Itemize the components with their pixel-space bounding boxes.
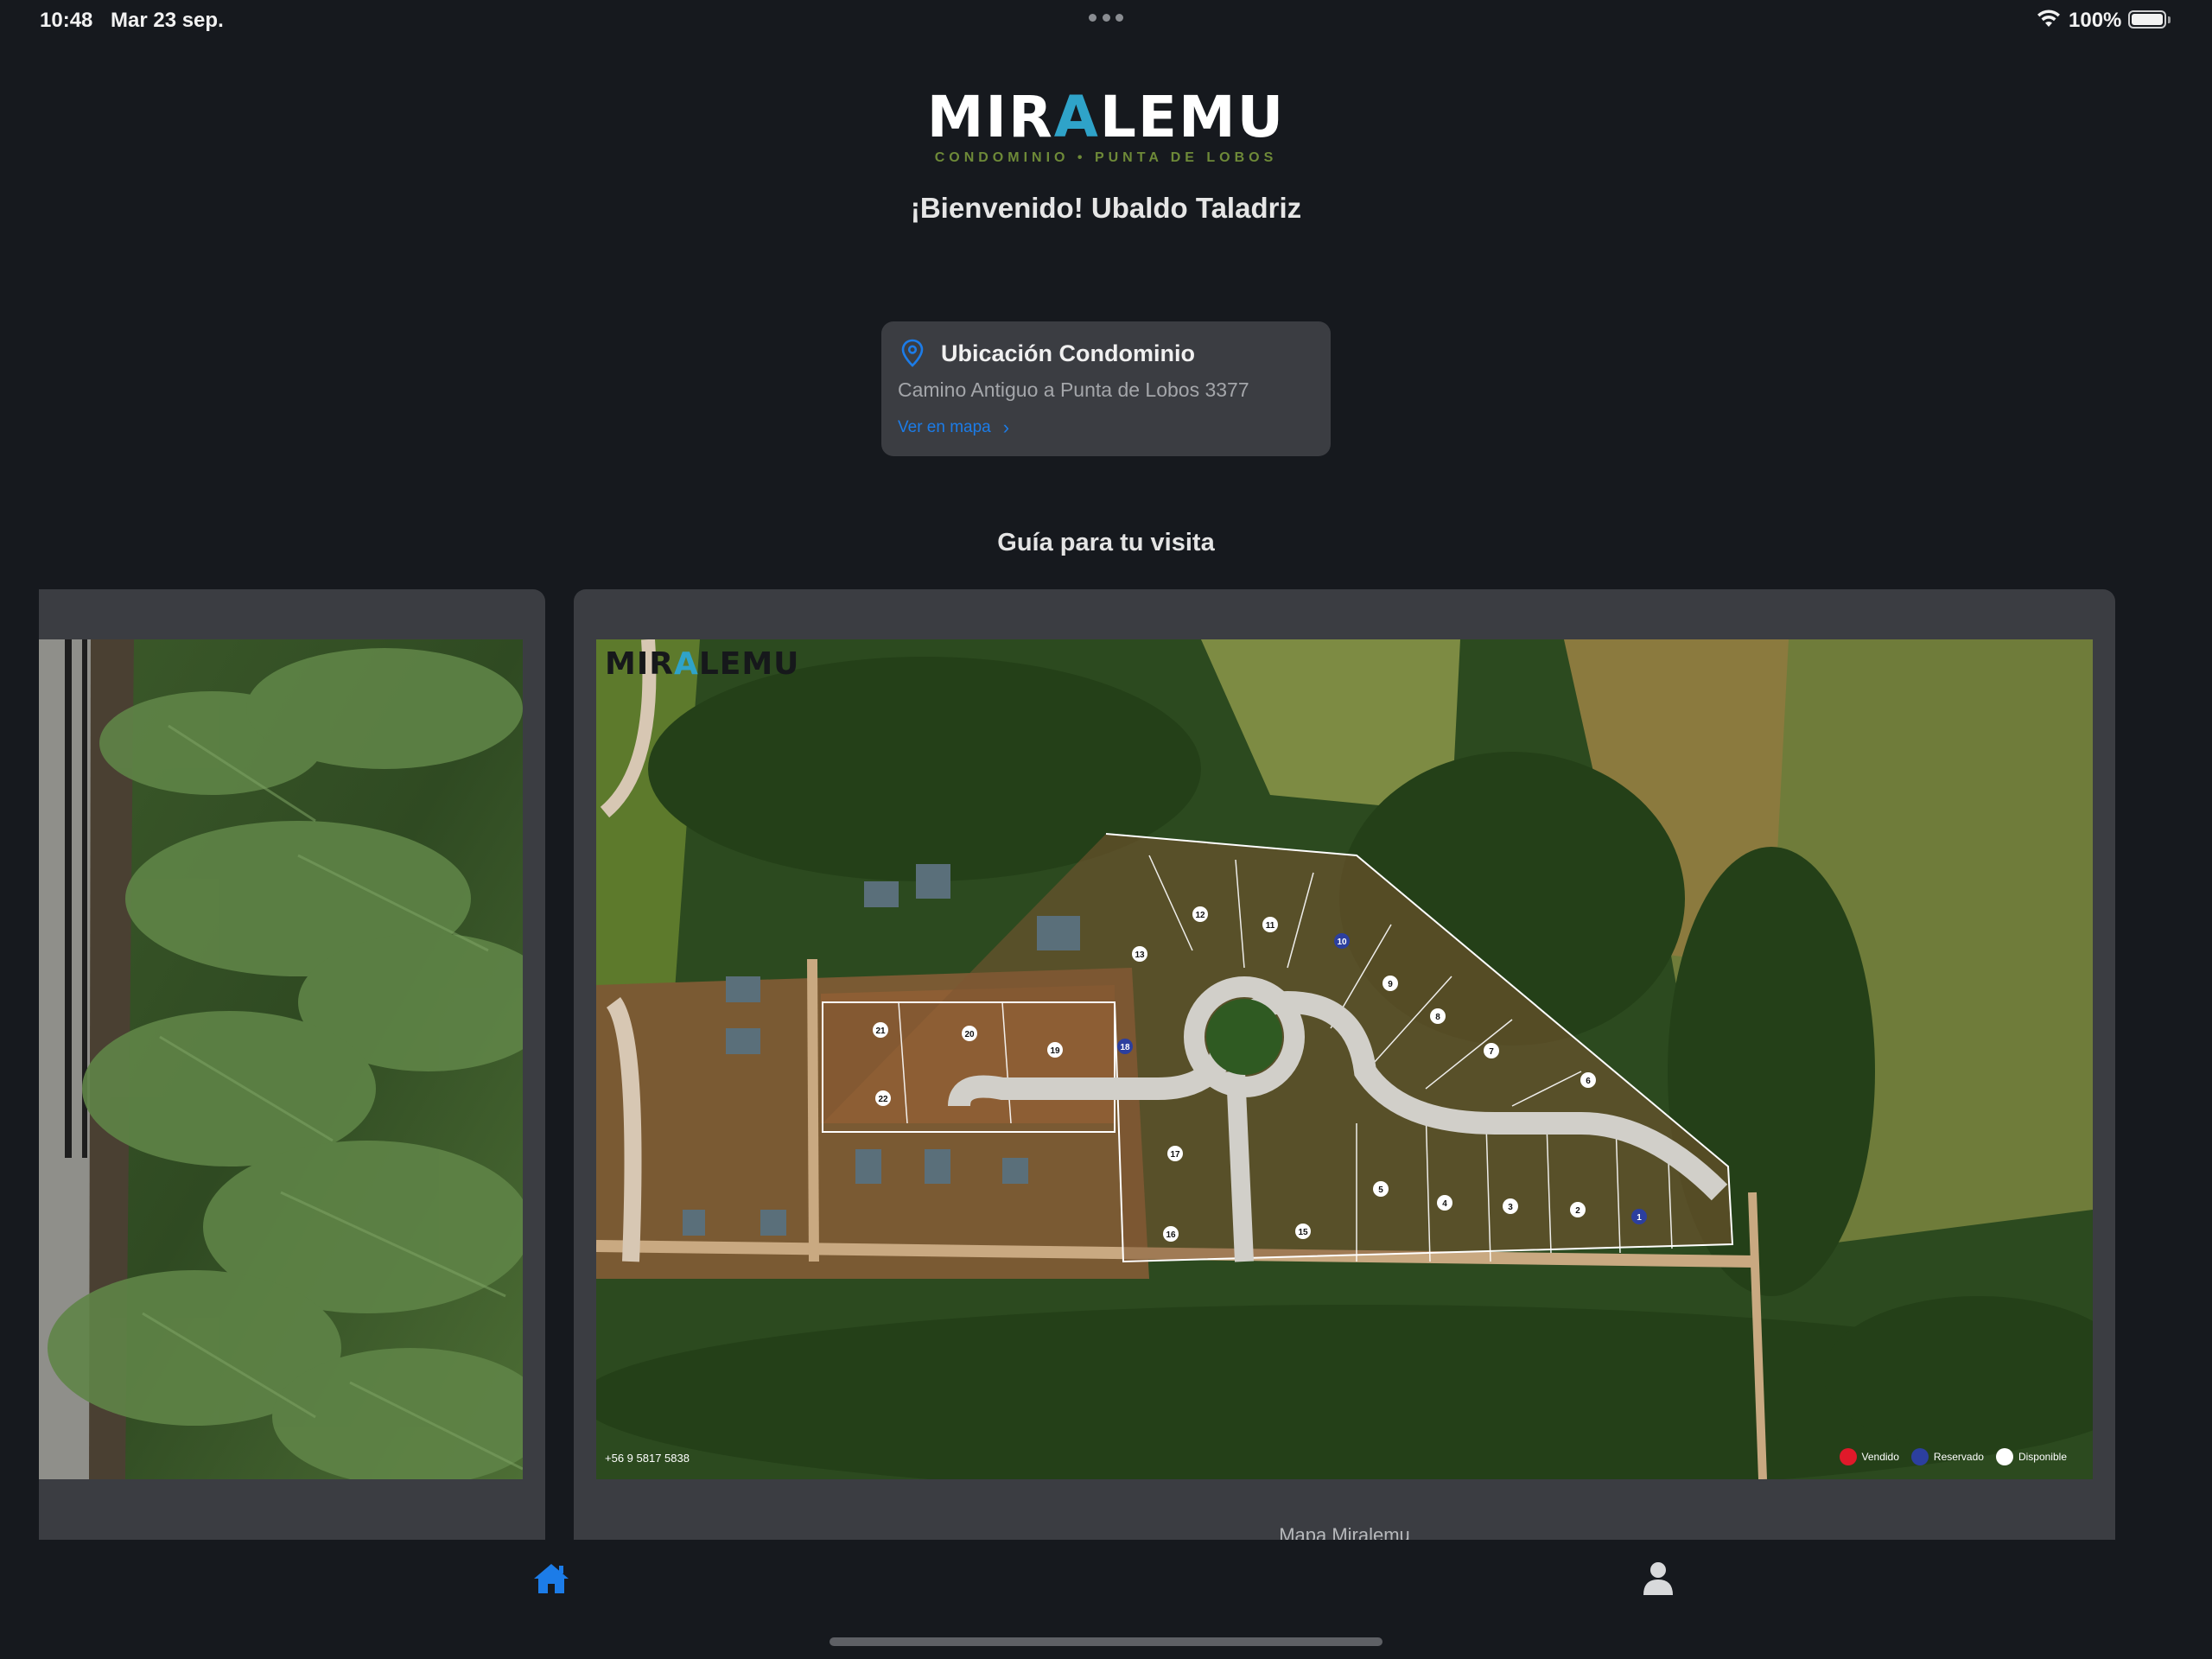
location-address: Camino Antiguo a Punta de Lobos 3377 [898,378,1249,401]
app-logo: MIRALEMU CONDOMINIO • PUNTA DE LOBOS [864,86,1348,173]
forest-photo [39,639,523,1479]
lot-marker-4: 4 [1437,1195,1452,1211]
lot-marker-6: 6 [1580,1072,1596,1088]
battery-percentage: 100% [2069,9,2122,32]
svg-text:7: 7 [1489,1047,1494,1057]
battery-icon [2128,10,2171,29]
lot-marker-11: 11 [1262,917,1278,932]
location-card[interactable]: Ubicación Condominio Camino Antiguo a Pu… [881,321,1331,456]
svg-text:6: 6 [1586,1077,1591,1086]
svg-text:8: 8 [1435,1013,1440,1022]
svg-text:9: 9 [1388,980,1393,989]
home-indicator [830,1637,1382,1646]
lot-marker-9: 9 [1382,976,1398,991]
svg-text:15: 15 [1298,1228,1308,1237]
logo-tagline: CONDOMINIO • PUNTA DE LOBOS [934,150,1278,165]
lot-markers: 1 2 3 4 5 6 7 8 9 10 11 12 13 15 16 17 1… [873,906,1647,1242]
map-legend: Vendido Reservado Disponible [1839,1448,2067,1465]
lot-marker-19: 19 [1047,1042,1063,1058]
svg-text:21: 21 [875,1027,886,1036]
location-pin-icon [901,339,924,367]
carousel-card-previous[interactable] [39,589,545,1540]
svg-text:12: 12 [1195,911,1205,920]
lot-marker-13: 13 [1132,946,1147,962]
svg-text:22: 22 [878,1095,888,1104]
lot-marker-12: 12 [1192,906,1208,922]
status-date: Mar 23 sep. [111,9,224,32]
lot-marker-18: 18 [1117,1039,1133,1054]
wifi-icon [2037,10,2060,27]
svg-text:13: 13 [1135,950,1145,960]
lot-marker-1: 1 [1631,1209,1647,1224]
logo-wordmark: MIRALEMU [926,84,1286,150]
svg-text:17: 17 [1170,1150,1180,1160]
svg-text:19: 19 [1050,1046,1060,1056]
legend-available: Disponible [1995,1448,2067,1465]
svg-text:1: 1 [1637,1213,1642,1223]
lot-marker-10: 10 [1334,933,1350,949]
legend-reserved: Reservado [1910,1448,1984,1465]
status-bar: 10:48 Mar 23 sep. 100% [0,0,2212,38]
svg-text:10: 10 [1337,938,1347,947]
svg-text:16: 16 [1166,1230,1176,1240]
view-on-map-label: Ver en mapa [898,418,991,436]
card-caption: Mapa Miralemu [1279,1524,1410,1540]
lot-marker-3: 3 [1503,1198,1518,1214]
chevron-right-icon: › [1002,416,1010,438]
svg-text:11: 11 [1266,921,1275,931]
lot-marker-21: 21 [873,1022,888,1038]
svg-text:18: 18 [1120,1043,1130,1052]
lot-marker-15: 15 [1295,1224,1311,1239]
lot-marker-7: 7 [1484,1043,1499,1058]
lot-marker-17: 17 [1167,1146,1183,1161]
multitasking-dots-icon[interactable] [1089,14,1123,22]
user-icon[interactable] [1642,1560,1675,1597]
lot-marker-2: 2 [1570,1202,1586,1217]
location-title: Ubicación Condominio [941,340,1195,366]
svg-text:3: 3 [1508,1203,1513,1212]
view-on-map-link[interactable]: Ver en mapa › [898,416,1009,439]
svg-text:5: 5 [1378,1185,1383,1195]
lot-marker-22: 22 [875,1090,891,1106]
lot-marker-16: 16 [1163,1226,1179,1242]
map-logo: MIRALEMU [605,646,800,682]
map-phone: +56 9 5817 5838 [605,1452,690,1465]
svg-text:20: 20 [964,1030,975,1039]
carousel-card-map[interactable]: 1 2 3 4 5 6 7 8 9 10 11 12 13 15 16 17 1… [574,589,2115,1540]
svg-text:4: 4 [1442,1199,1447,1209]
home-icon[interactable] [532,1562,570,1595]
visit-guide-title: Guía para tu visita [997,529,1215,556]
svg-text:2: 2 [1575,1206,1580,1216]
lot-marker-5: 5 [1373,1181,1389,1197]
condominium-map-image: 1 2 3 4 5 6 7 8 9 10 11 12 13 15 16 17 1… [596,639,2093,1479]
legend-sold: Vendido [1839,1448,1899,1465]
welcome-heading: ¡Bienvenido! Ubaldo Taladriz [910,192,1302,224]
lot-marker-8: 8 [1430,1008,1446,1024]
lot-marker-20: 20 [962,1026,977,1041]
status-time: 10:48 [40,9,93,32]
